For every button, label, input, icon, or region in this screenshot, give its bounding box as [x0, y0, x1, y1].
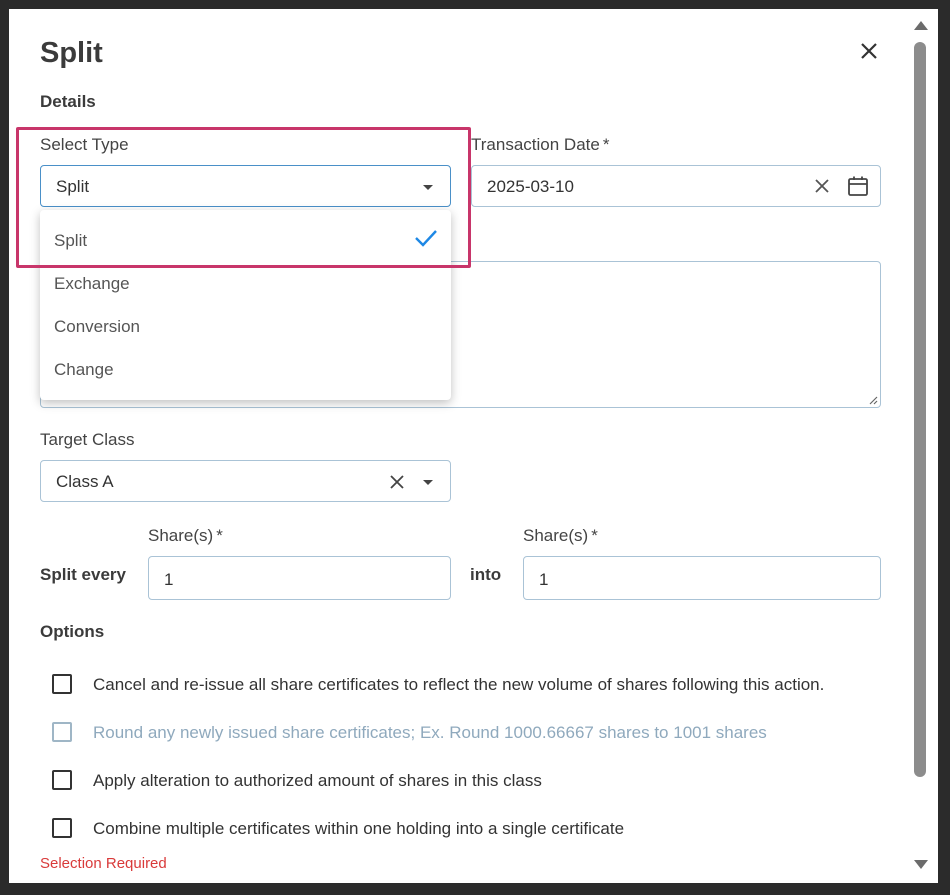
calendar-icon[interactable] — [847, 175, 869, 197]
target-class-dropdown[interactable]: Class A — [40, 460, 451, 502]
into-label: into — [470, 565, 502, 584]
clear-icon[interactable] — [389, 474, 405, 490]
round-certificates-checkbox[interactable] — [52, 722, 72, 742]
round-certificates-label: Round any newly issued share certificate… — [93, 723, 767, 742]
required-mark: * — [216, 526, 223, 545]
details-section-label: Details — [40, 92, 96, 111]
transaction-date-value: 2025-03-10 — [487, 177, 574, 196]
transaction-date-label: Transaction Date * — [471, 135, 610, 154]
selection-required-error: Selection Required — [40, 855, 167, 872]
select-type-value: Split — [56, 177, 90, 196]
menu-item-exchange[interactable]: Exchange — [54, 274, 130, 294]
split-dialog: Split Details Select Type Split Transact… — [9, 9, 938, 883]
from-shares-label: Share(s) * — [148, 526, 223, 545]
dialog-title: Split — [40, 37, 103, 69]
clear-icon[interactable] — [814, 178, 830, 194]
menu-item-split[interactable]: Split — [54, 231, 87, 251]
menu-item-conversion[interactable]: Conversion — [54, 317, 140, 337]
split-every-label: Split every — [40, 565, 126, 584]
cancel-reissue-label: Cancel and re-issue all share certificat… — [93, 675, 825, 694]
required-mark: * — [591, 526, 598, 545]
menu-item-change[interactable]: Change — [54, 360, 114, 380]
apply-authorized-label: Apply alteration to authorized amount of… — [93, 771, 542, 790]
close-icon[interactable] — [857, 39, 881, 63]
combine-certificates-checkbox[interactable] — [52, 818, 72, 838]
scrollbar-thumb[interactable] — [914, 42, 926, 777]
apply-authorized-checkbox[interactable] — [52, 770, 72, 790]
to-shares-input[interactable]: 1 — [523, 556, 881, 600]
target-class-label: Target Class — [40, 430, 135, 449]
checkmark-icon — [415, 230, 437, 247]
from-shares-input[interactable]: 1 — [148, 556, 451, 600]
resize-handle-icon[interactable] — [868, 395, 878, 405]
target-class-value: Class A — [56, 472, 114, 491]
combine-certificates-label: Combine multiple certificates within one… — [93, 819, 625, 838]
required-mark: * — [602, 135, 610, 154]
scroll-up-arrow-icon[interactable] — [914, 21, 928, 30]
scroll-down-arrow-icon[interactable] — [914, 860, 928, 869]
transaction-date-field[interactable]: 2025-03-10 — [471, 165, 881, 207]
select-type-label: Select Type — [40, 135, 129, 154]
cancel-reissue-checkbox[interactable] — [52, 674, 72, 694]
caret-down-icon — [423, 185, 433, 190]
to-shares-label: Share(s) * — [523, 526, 598, 545]
caret-down-icon — [423, 480, 433, 485]
select-type-dropdown[interactable]: Split — [40, 165, 451, 207]
options-section-label: Options — [40, 622, 105, 641]
select-type-menu: Split Exchange Conversion Change — [40, 210, 451, 400]
